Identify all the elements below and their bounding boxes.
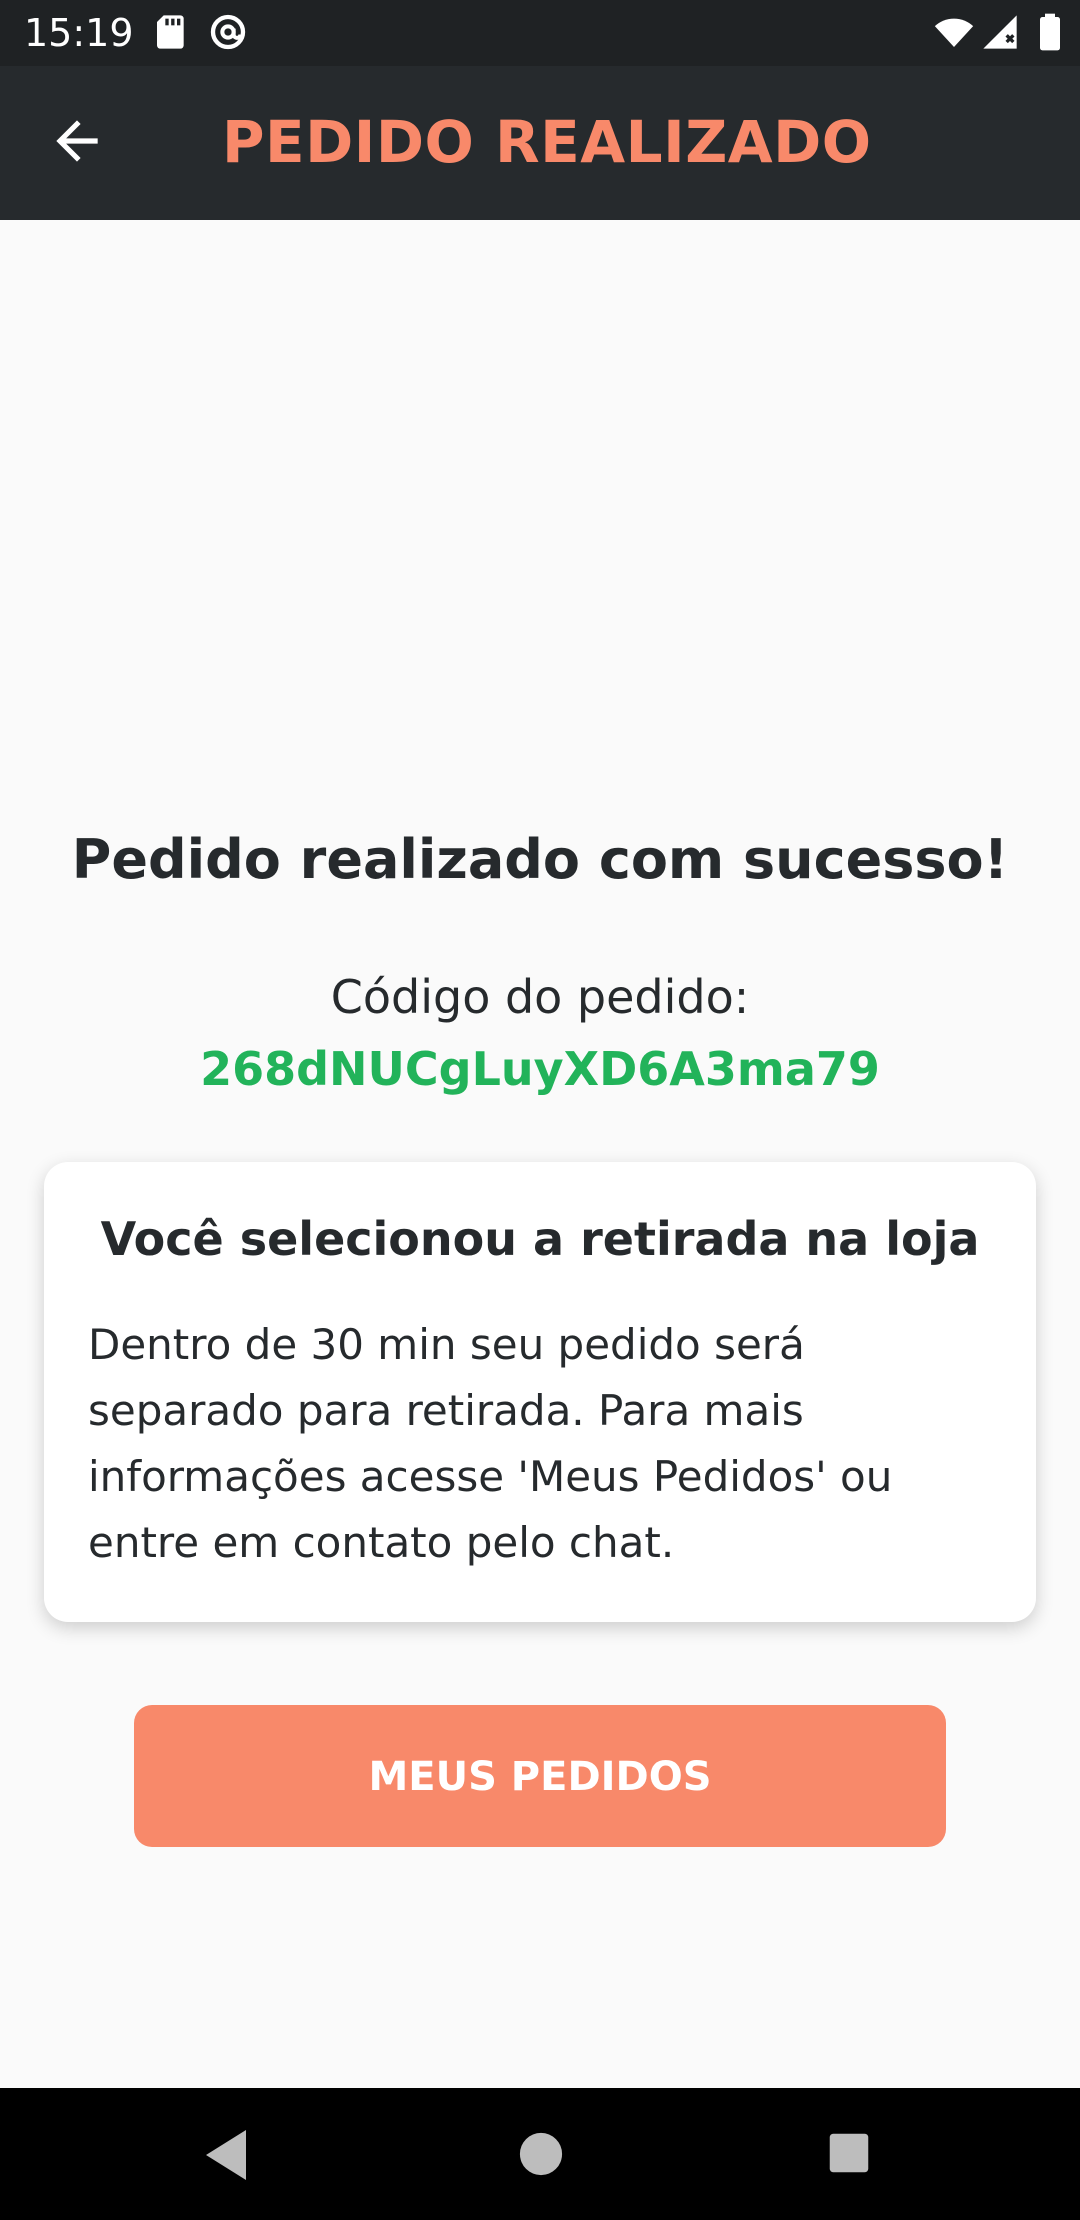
page-title: PEDIDO REALIZADO (222, 108, 872, 176)
order-code-label: Código do pedido: (330, 970, 750, 1024)
app-bar: PEDIDO REALIZADO (0, 66, 1080, 220)
signal-icon (983, 15, 1017, 49)
nav-back-icon[interactable] (202, 2128, 250, 2182)
my-orders-button[interactable]: MEUS PEDIDOS (134, 1705, 946, 1847)
card-body: Dentro de 30 min seu pedido será separad… (88, 1320, 893, 1567)
order-code-value: 268dNUCgLuyXD6A3ma79 (200, 1042, 880, 1096)
wifi-icon (934, 18, 974, 47)
status-time: 15:19 (24, 11, 134, 55)
nav-home-icon[interactable] (518, 2131, 564, 2177)
battery-icon (1040, 13, 1060, 51)
card-title: Você selecionou a retirada na loja (100, 1212, 980, 1266)
status-bar: 15:19 (0, 0, 1080, 66)
at-sign-icon (210, 14, 246, 50)
arrow-left-icon[interactable] (46, 110, 108, 172)
success-message: Pedido realizado com sucesso! (71, 828, 1009, 891)
sd-card-icon (157, 15, 184, 49)
pickup-info-card: Você selecionou a retirada na loja Dentr… (44, 1162, 1036, 1622)
navigation-bar (0, 2088, 1080, 2220)
nav-recents-icon[interactable] (828, 2132, 870, 2174)
